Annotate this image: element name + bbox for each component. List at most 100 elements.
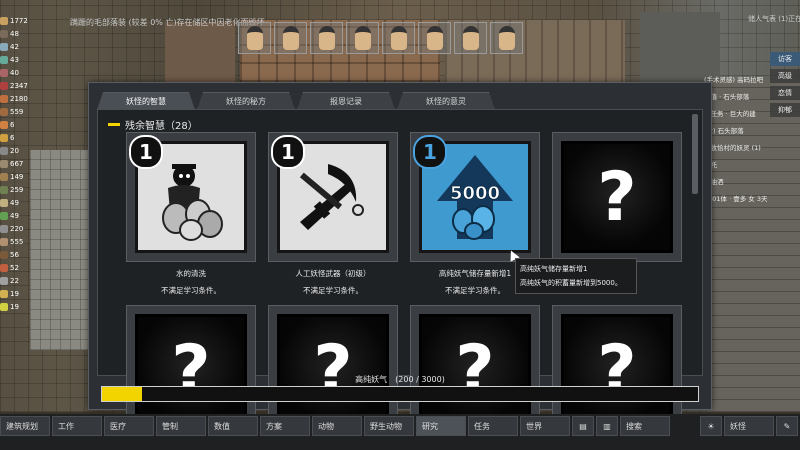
resource-icon [0, 94, 8, 103]
resource-item[interactable]: 667 [0, 157, 40, 170]
resource-icon [0, 16, 8, 25]
resource-count: 259 [10, 185, 24, 194]
colonist-portrait[interactable] [382, 22, 415, 54]
event-message[interactable]: 蹒跚的毛部落装 (较差 0% 亡)存在储区中因老化而毁坏 [70, 17, 265, 28]
resource-count: 48 [10, 29, 19, 38]
colonist-portrait[interactable] [490, 22, 523, 54]
colonist-portrait[interactable] [346, 22, 379, 54]
toolbar-button-2[interactable]: 工作 [52, 416, 102, 436]
wisdom-card[interactable]: 1 人工妖怪武器（初级） 不满足学习条件。 [268, 132, 398, 296]
tab-1[interactable]: 妖怪的智慧 [97, 92, 195, 110]
colonist-portrait[interactable] [274, 22, 307, 54]
toolbar-button-11[interactable]: 世界 [520, 416, 570, 436]
toolbar-button-7[interactable]: 动物 [312, 416, 362, 436]
alert-item[interactable]: 日托 [704, 159, 800, 176]
toolbar-button-10[interactable]: 任务 [468, 416, 518, 436]
card-frame[interactable]: 1 [126, 132, 256, 262]
tab-4[interactable]: 妖怪的意灵 [397, 92, 495, 110]
wisdom-card[interactable]: 1 水的清洗 不满足学习条件。 [126, 132, 256, 296]
resource-item[interactable]: 149 [0, 170, 40, 183]
resource-count: 43 [10, 55, 19, 64]
card-frame[interactable]: 1 [268, 132, 398, 262]
resource-item[interactable]: 19 [0, 300, 40, 313]
book-icon[interactable]: ▤ [572, 416, 594, 436]
card-frame[interactable]: 5000 1 [410, 132, 540, 262]
alert-item[interactable]: 奶油洒 [704, 176, 800, 193]
resource-item[interactable]: 43 [0, 53, 40, 66]
alert-item[interactable]: (手术灵感) 高码拉吧 [704, 74, 800, 91]
resource-item[interactable]: 555 [0, 235, 40, 248]
colonist-portrait[interactable] [238, 22, 271, 54]
scrollbar[interactable] [692, 114, 698, 194]
resource-item[interactable]: 20 [0, 144, 40, 157]
resource-count: 555 [10, 237, 24, 246]
resource-item[interactable]: 220 [0, 222, 40, 235]
card-name: 水的清洗 [176, 269, 206, 278]
pen-icon[interactable]: ✎ [776, 416, 798, 436]
notification-text[interactable]: 储人气表 (1)正在 [748, 14, 800, 24]
wisdom-card[interactable]: ? [552, 132, 682, 262]
resource-item[interactable]: 6 [0, 118, 40, 131]
toolbar-button-4[interactable]: 管制 [156, 416, 206, 436]
resource-item[interactable]: 1772 [0, 14, 40, 27]
resource-icon [0, 55, 8, 64]
main-toolbar: 建筑规划 工作 医疗 管制 数值 方案 动物 野生动物 研究 任务 世界 ▤ ▥ 搜索 ☀ 妖怪 ✎ [0, 414, 800, 450]
toolbar-button-3[interactable]: 医疗 [104, 416, 154, 436]
colonist-portrait[interactable] [310, 22, 343, 54]
yokai-button[interactable]: 妖怪 [724, 416, 774, 436]
map-wall [165, 22, 235, 82]
tooltip: 高纯妖气储存量新增1 高纯妖气的积蓄量新增到5000。 [515, 258, 637, 294]
alert-item[interactable]: 轮值 · 石头部落 [704, 91, 800, 108]
card-frame[interactable]: ? [552, 132, 682, 262]
alert-list[interactable]: (手术灵感) 高码拉吧 轮值 · 石头部落 用任务 · 巨大的建 (亡) 石头部落 拒收… [704, 74, 800, 210]
tab-3[interactable]: 报恩记录 [297, 92, 395, 110]
resource-item[interactable]: 40 [0, 66, 40, 79]
colonist-portrait[interactable] [418, 22, 451, 54]
building-icon[interactable]: ▥ [596, 416, 618, 436]
resource-count: 667 [10, 159, 24, 168]
resource-count: 1772 [10, 16, 28, 25]
tab-2[interactable]: 妖怪的秘方 [197, 92, 295, 110]
lightbulb-icon[interactable]: ☀ [700, 416, 722, 436]
resource-icon [0, 107, 8, 116]
resource-item[interactable]: 22 [0, 274, 40, 287]
toolbar-button-5[interactable]: 数值 [208, 416, 258, 436]
colonist-bar[interactable] [238, 22, 523, 54]
resource-item[interactable]: 56 [0, 248, 40, 261]
villager-jars-icon [162, 164, 223, 241]
resource-count: 149 [10, 172, 24, 181]
resource-item[interactable]: 49 [0, 209, 40, 222]
alert-item[interactable]: 拒收恰村的妖灵 (1) [704, 142, 800, 159]
alert-item[interactable]: 用任务 · 巨大的建 [704, 108, 800, 125]
resource-count: 6 [10, 133, 15, 142]
colonist-portrait[interactable] [454, 22, 487, 54]
toolbar-button-8[interactable]: 野生动物 [364, 416, 414, 436]
search-button[interactable]: 搜索 [620, 416, 670, 436]
resource-item[interactable]: 2180 [0, 92, 40, 105]
resource-icon [0, 133, 8, 142]
alert-item[interactable]: 5501体 · 壹多 女 3天 [704, 193, 800, 210]
unknown-icon: ? [597, 157, 637, 237]
toolbar-button-1[interactable]: 建筑规划 [0, 416, 50, 436]
resource-item[interactable]: 6 [0, 131, 40, 144]
alert-tag[interactable]: 访客 [770, 52, 800, 66]
resource-count: 56 [10, 250, 19, 259]
resource-item[interactable]: 52 [0, 261, 40, 274]
resource-item[interactable]: 19 [0, 287, 40, 300]
alert-item[interactable]: (亡) 石头部落 [704, 125, 800, 142]
resource-icon [0, 237, 8, 246]
resource-item[interactable]: 559 [0, 105, 40, 118]
toolbar-button-9[interactable]: 研究 [416, 416, 466, 436]
resource-item[interactable]: 42 [0, 40, 40, 53]
toolbar-button-6[interactable]: 方案 [260, 416, 310, 436]
card-art: ? [277, 314, 389, 426]
resource-count: 6 [10, 120, 15, 129]
resource-item[interactable]: 49 [0, 196, 40, 209]
dialog-tabs: 妖怪的智慧 妖怪的秘方 报恩记录 妖怪的意灵 [97, 92, 495, 110]
resource-item[interactable]: 2347 [0, 79, 40, 92]
resource-count: 19 [10, 289, 19, 298]
resource-item[interactable]: 259 [0, 183, 40, 196]
wisdom-panel: 残余智慧（28） 1 水的清洗 不满足学习条件。 1 人工妖怪武器（初级） 不满足学习条… [97, 109, 703, 435]
resource-item[interactable]: 48 [0, 27, 40, 40]
section-marker [108, 123, 120, 126]
